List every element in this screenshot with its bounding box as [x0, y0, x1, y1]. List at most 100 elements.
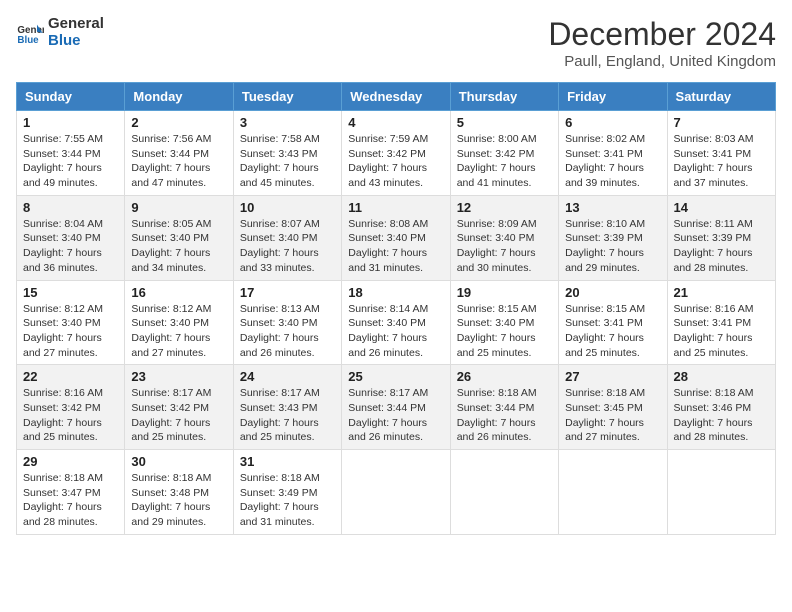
day-info: Sunrise: 8:11 AM Sunset: 3:39 PM Dayligh… — [674, 217, 769, 276]
day-number: 5 — [457, 115, 552, 130]
col-monday: Monday — [125, 83, 233, 111]
day-number: 6 — [565, 115, 660, 130]
logo-blue: Blue — [48, 33, 104, 50]
day-cell: 2 Sunrise: 7:56 AM Sunset: 3:44 PM Dayli… — [125, 111, 233, 196]
day-cell: 22 Sunrise: 8:16 AM Sunset: 3:42 PM Dayl… — [17, 365, 125, 450]
day-number: 19 — [457, 285, 552, 300]
col-friday: Friday — [559, 83, 667, 111]
day-number: 9 — [131, 200, 226, 215]
day-cell: 27 Sunrise: 8:18 AM Sunset: 3:45 PM Dayl… — [559, 365, 667, 450]
day-info: Sunrise: 8:18 AM Sunset: 3:45 PM Dayligh… — [565, 386, 660, 445]
day-number: 18 — [348, 285, 443, 300]
calendar-body: 1 Sunrise: 7:55 AM Sunset: 3:44 PM Dayli… — [17, 111, 776, 535]
calendar-table: Sunday Monday Tuesday Wednesday Thursday… — [16, 82, 776, 535]
col-tuesday: Tuesday — [233, 83, 341, 111]
day-cell: 11 Sunrise: 8:08 AM Sunset: 3:40 PM Dayl… — [342, 195, 450, 280]
day-number: 25 — [348, 369, 443, 384]
day-info: Sunrise: 8:03 AM Sunset: 3:41 PM Dayligh… — [674, 132, 769, 191]
day-cell: 13 Sunrise: 8:10 AM Sunset: 3:39 PM Dayl… — [559, 195, 667, 280]
day-info: Sunrise: 8:07 AM Sunset: 3:40 PM Dayligh… — [240, 217, 335, 276]
day-number: 23 — [131, 369, 226, 384]
day-number: 26 — [457, 369, 552, 384]
day-info: Sunrise: 8:18 AM Sunset: 3:49 PM Dayligh… — [240, 471, 335, 530]
col-wednesday: Wednesday — [342, 83, 450, 111]
empty-day-cell — [342, 450, 450, 535]
day-number: 13 — [565, 200, 660, 215]
day-cell: 10 Sunrise: 8:07 AM Sunset: 3:40 PM Dayl… — [233, 195, 341, 280]
day-cell: 29 Sunrise: 8:18 AM Sunset: 3:47 PM Dayl… — [17, 450, 125, 535]
day-number: 30 — [131, 454, 226, 469]
day-info: Sunrise: 8:15 AM Sunset: 3:41 PM Dayligh… — [565, 302, 660, 361]
day-info: Sunrise: 8:10 AM Sunset: 3:39 PM Dayligh… — [565, 217, 660, 276]
day-cell: 5 Sunrise: 8:00 AM Sunset: 3:42 PM Dayli… — [450, 111, 558, 196]
day-info: Sunrise: 8:13 AM Sunset: 3:40 PM Dayligh… — [240, 302, 335, 361]
day-cell: 4 Sunrise: 7:59 AM Sunset: 3:42 PM Dayli… — [342, 111, 450, 196]
day-info: Sunrise: 8:05 AM Sunset: 3:40 PM Dayligh… — [131, 217, 226, 276]
day-cell: 25 Sunrise: 8:17 AM Sunset: 3:44 PM Dayl… — [342, 365, 450, 450]
col-sunday: Sunday — [17, 83, 125, 111]
weekday-header-row: Sunday Monday Tuesday Wednesday Thursday… — [17, 83, 776, 111]
day-cell: 20 Sunrise: 8:15 AM Sunset: 3:41 PM Dayl… — [559, 280, 667, 365]
calendar-week-row: 8 Sunrise: 8:04 AM Sunset: 3:40 PM Dayli… — [17, 195, 776, 280]
day-number: 22 — [23, 369, 118, 384]
day-info: Sunrise: 8:12 AM Sunset: 3:40 PM Dayligh… — [23, 302, 118, 361]
day-cell: 14 Sunrise: 8:11 AM Sunset: 3:39 PM Dayl… — [667, 195, 775, 280]
day-number: 24 — [240, 369, 335, 384]
calendar-week-row: 1 Sunrise: 7:55 AM Sunset: 3:44 PM Dayli… — [17, 111, 776, 196]
day-number: 17 — [240, 285, 335, 300]
day-cell: 12 Sunrise: 8:09 AM Sunset: 3:40 PM Dayl… — [450, 195, 558, 280]
day-info: Sunrise: 8:17 AM Sunset: 3:44 PM Dayligh… — [348, 386, 443, 445]
day-info: Sunrise: 7:56 AM Sunset: 3:44 PM Dayligh… — [131, 132, 226, 191]
day-number: 11 — [348, 200, 443, 215]
day-number: 12 — [457, 200, 552, 215]
day-number: 16 — [131, 285, 226, 300]
day-info: Sunrise: 8:12 AM Sunset: 3:40 PM Dayligh… — [131, 302, 226, 361]
day-cell: 9 Sunrise: 8:05 AM Sunset: 3:40 PM Dayli… — [125, 195, 233, 280]
day-cell: 8 Sunrise: 8:04 AM Sunset: 3:40 PM Dayli… — [17, 195, 125, 280]
day-info: Sunrise: 8:04 AM Sunset: 3:40 PM Dayligh… — [23, 217, 118, 276]
day-cell: 24 Sunrise: 8:17 AM Sunset: 3:43 PM Dayl… — [233, 365, 341, 450]
day-number: 28 — [674, 369, 769, 384]
day-number: 7 — [674, 115, 769, 130]
header: General Blue General Blue December 2024 … — [16, 16, 776, 70]
day-number: 29 — [23, 454, 118, 469]
day-cell: 7 Sunrise: 8:03 AM Sunset: 3:41 PM Dayli… — [667, 111, 775, 196]
day-info: Sunrise: 8:18 AM Sunset: 3:44 PM Dayligh… — [457, 386, 552, 445]
day-info: Sunrise: 8:15 AM Sunset: 3:40 PM Dayligh… — [457, 302, 552, 361]
day-number: 20 — [565, 285, 660, 300]
col-thursday: Thursday — [450, 83, 558, 111]
day-info: Sunrise: 7:59 AM Sunset: 3:42 PM Dayligh… — [348, 132, 443, 191]
day-number: 27 — [565, 369, 660, 384]
day-number: 4 — [348, 115, 443, 130]
logo-general: General — [48, 16, 104, 33]
logo-icon: General Blue — [16, 19, 44, 47]
day-info: Sunrise: 8:17 AM Sunset: 3:43 PM Dayligh… — [240, 386, 335, 445]
day-cell: 17 Sunrise: 8:13 AM Sunset: 3:40 PM Dayl… — [233, 280, 341, 365]
day-cell: 31 Sunrise: 8:18 AM Sunset: 3:49 PM Dayl… — [233, 450, 341, 535]
svg-text:Blue: Blue — [17, 34, 39, 45]
day-info: Sunrise: 8:17 AM Sunset: 3:42 PM Dayligh… — [131, 386, 226, 445]
day-info: Sunrise: 8:02 AM Sunset: 3:41 PM Dayligh… — [565, 132, 660, 191]
day-info: Sunrise: 8:16 AM Sunset: 3:41 PM Dayligh… — [674, 302, 769, 361]
day-cell: 19 Sunrise: 8:15 AM Sunset: 3:40 PM Dayl… — [450, 280, 558, 365]
day-cell: 23 Sunrise: 8:17 AM Sunset: 3:42 PM Dayl… — [125, 365, 233, 450]
day-number: 1 — [23, 115, 118, 130]
day-cell: 21 Sunrise: 8:16 AM Sunset: 3:41 PM Dayl… — [667, 280, 775, 365]
day-number: 31 — [240, 454, 335, 469]
day-cell: 15 Sunrise: 8:12 AM Sunset: 3:40 PM Dayl… — [17, 280, 125, 365]
day-info: Sunrise: 8:00 AM Sunset: 3:42 PM Dayligh… — [457, 132, 552, 191]
title-area: December 2024 Paull, England, United Kin… — [548, 16, 776, 70]
day-cell: 6 Sunrise: 8:02 AM Sunset: 3:41 PM Dayli… — [559, 111, 667, 196]
col-saturday: Saturday — [667, 83, 775, 111]
day-number: 2 — [131, 115, 226, 130]
day-info: Sunrise: 8:14 AM Sunset: 3:40 PM Dayligh… — [348, 302, 443, 361]
day-info: Sunrise: 8:18 AM Sunset: 3:48 PM Dayligh… — [131, 471, 226, 530]
day-number: 21 — [674, 285, 769, 300]
day-number: 10 — [240, 200, 335, 215]
day-number: 8 — [23, 200, 118, 215]
day-number: 15 — [23, 285, 118, 300]
day-cell: 16 Sunrise: 8:12 AM Sunset: 3:40 PM Dayl… — [125, 280, 233, 365]
day-info: Sunrise: 7:58 AM Sunset: 3:43 PM Dayligh… — [240, 132, 335, 191]
day-info: Sunrise: 7:55 AM Sunset: 3:44 PM Dayligh… — [23, 132, 118, 191]
day-number: 3 — [240, 115, 335, 130]
